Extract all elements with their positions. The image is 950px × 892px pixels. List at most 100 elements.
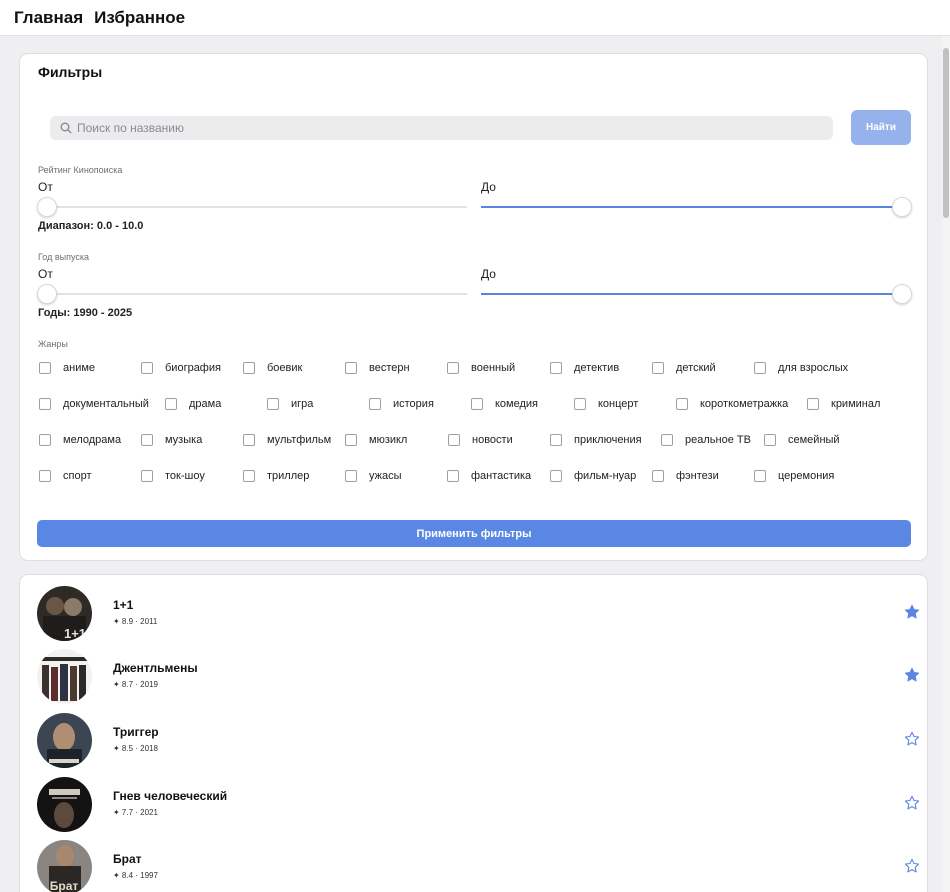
checkbox[interactable] [448, 434, 460, 446]
poster-text: Брат [50, 879, 79, 892]
genre-checkbox[interactable]: аниме [39, 362, 95, 374]
rating-from-slider-thumb[interactable] [37, 197, 57, 217]
genre-checkbox[interactable]: триллер [243, 470, 309, 482]
checkbox[interactable] [345, 434, 357, 446]
genre-checkbox[interactable]: комедия [471, 398, 538, 410]
genre-checkbox[interactable]: мультфильм [243, 434, 331, 446]
checkbox[interactable] [447, 362, 459, 374]
nav-favorites-link[interactable]: Избранное [94, 8, 185, 28]
genre-checkbox[interactable]: церемония [754, 470, 834, 482]
checkbox[interactable] [39, 434, 51, 446]
checkbox[interactable] [39, 398, 51, 410]
favorite-star-outline-icon[interactable] [904, 795, 920, 811]
checkbox[interactable] [243, 362, 255, 374]
checkbox[interactable] [243, 470, 255, 482]
checkbox[interactable] [764, 434, 776, 446]
checkbox[interactable] [550, 362, 562, 374]
apply-filters-button[interactable]: Применить фильтры [37, 520, 911, 547]
genre-checkbox[interactable]: игра [267, 398, 313, 410]
page-scrollbar-thumb[interactable] [943, 48, 949, 218]
genre-checkbox[interactable]: семейный [764, 434, 840, 446]
checkbox[interactable] [345, 362, 357, 374]
genre-checkbox[interactable]: приключения [550, 434, 642, 446]
movie-list-item[interactable]: 1+1 1+1 ✦ 8.9 · 2011 [20, 584, 929, 644]
genre-label: мюзикл [369, 434, 408, 446]
rating-to-slider-thumb[interactable] [892, 197, 912, 217]
genre-checkbox[interactable]: ток-шоу [141, 470, 205, 482]
favorite-star-outline-icon[interactable] [904, 858, 920, 874]
year-to-slider-thumb[interactable] [892, 284, 912, 304]
movie-title[interactable]: Гнев человеческий [113, 789, 227, 803]
genre-checkbox[interactable]: документальный [39, 398, 149, 410]
checkbox[interactable] [471, 398, 483, 410]
genre-checkbox[interactable]: музыка [141, 434, 202, 446]
genre-checkbox[interactable]: фэнтези [652, 470, 719, 482]
rating-from-slider-track[interactable] [38, 206, 467, 208]
genre-checkbox[interactable]: мюзикл [345, 434, 407, 446]
checkbox[interactable] [267, 398, 279, 410]
genre-checkbox[interactable]: спорт [39, 470, 92, 482]
checkbox[interactable] [345, 470, 357, 482]
genre-checkbox[interactable]: концерт [574, 398, 638, 410]
movie-list-item[interactable]: Триггер ✦ 8.5 · 2018 [20, 711, 929, 771]
movie-list-item[interactable]: Брат Брат ✦ 8.4 · 1997 [20, 838, 929, 892]
checkbox[interactable] [141, 362, 153, 374]
search-input[interactable] [77, 116, 817, 140]
movie-title[interactable]: Джентльмены [113, 661, 198, 675]
checkbox[interactable] [550, 434, 562, 446]
checkbox[interactable] [39, 470, 51, 482]
genre-checkbox[interactable]: вестерн [345, 362, 410, 374]
genre-checkbox[interactable]: реальное ТВ [661, 434, 751, 446]
genre-checkbox[interactable]: история [369, 398, 434, 410]
year-from-slider-thumb[interactable] [37, 284, 57, 304]
favorite-star-icon[interactable] [904, 667, 920, 683]
checkbox[interactable] [39, 362, 51, 374]
rating-to-slider-track[interactable] [481, 206, 911, 208]
nav-links: Главная Избранное [14, 8, 185, 28]
genre-checkbox[interactable]: для взрослых [754, 362, 848, 374]
genre-checkbox[interactable]: ужасы [345, 470, 402, 482]
movie-poster: Брат [37, 840, 92, 892]
checkbox[interactable] [676, 398, 688, 410]
genre-label: криминал [831, 398, 881, 410]
genre-checkbox[interactable]: фантастика [447, 470, 531, 482]
checkbox[interactable] [447, 470, 459, 482]
search-field[interactable] [50, 116, 833, 140]
checkbox[interactable] [754, 362, 766, 374]
genre-label: игра [291, 398, 314, 410]
movie-title[interactable]: Брат [113, 852, 142, 866]
movie-list-item[interactable]: Гнев человеческий ✦ 7.7 · 2021 [20, 775, 929, 835]
checkbox[interactable] [243, 434, 255, 446]
favorite-star-icon[interactable] [904, 604, 920, 620]
movie-title[interactable]: 1+1 [113, 598, 133, 612]
genre-checkbox[interactable]: короткометражка [676, 398, 788, 410]
checkbox[interactable] [141, 434, 153, 446]
year-from-slider-track[interactable] [38, 293, 467, 295]
checkbox[interactable] [754, 470, 766, 482]
find-button[interactable]: Найти [851, 110, 911, 145]
genre-checkbox[interactable]: детский [652, 362, 716, 374]
checkbox[interactable] [807, 398, 819, 410]
genre-checkbox[interactable]: детектив [550, 362, 619, 374]
genre-checkbox[interactable]: военный [447, 362, 515, 374]
genre-checkbox[interactable]: боевик [243, 362, 302, 374]
movie-title[interactable]: Триггер [113, 725, 159, 739]
genre-checkbox[interactable]: фильм-нуар [550, 470, 636, 482]
genre-checkbox[interactable]: мелодрама [39, 434, 121, 446]
genre-checkbox[interactable]: биография [141, 362, 221, 374]
checkbox[interactable] [550, 470, 562, 482]
checkbox[interactable] [574, 398, 586, 410]
checkbox[interactable] [661, 434, 673, 446]
genre-checkbox[interactable]: криминал [807, 398, 880, 410]
movie-list-item[interactable]: Джентльмены ✦ 8.7 · 2019 [20, 647, 929, 707]
year-to-slider-track[interactable] [481, 293, 911, 295]
checkbox[interactable] [369, 398, 381, 410]
checkbox[interactable] [165, 398, 177, 410]
favorite-star-outline-icon[interactable] [904, 731, 920, 747]
genre-checkbox[interactable]: новости [448, 434, 513, 446]
checkbox[interactable] [652, 362, 664, 374]
checkbox[interactable] [652, 470, 664, 482]
genre-checkbox[interactable]: драма [165, 398, 221, 410]
checkbox[interactable] [141, 470, 153, 482]
nav-home-link[interactable]: Главная [14, 8, 83, 28]
